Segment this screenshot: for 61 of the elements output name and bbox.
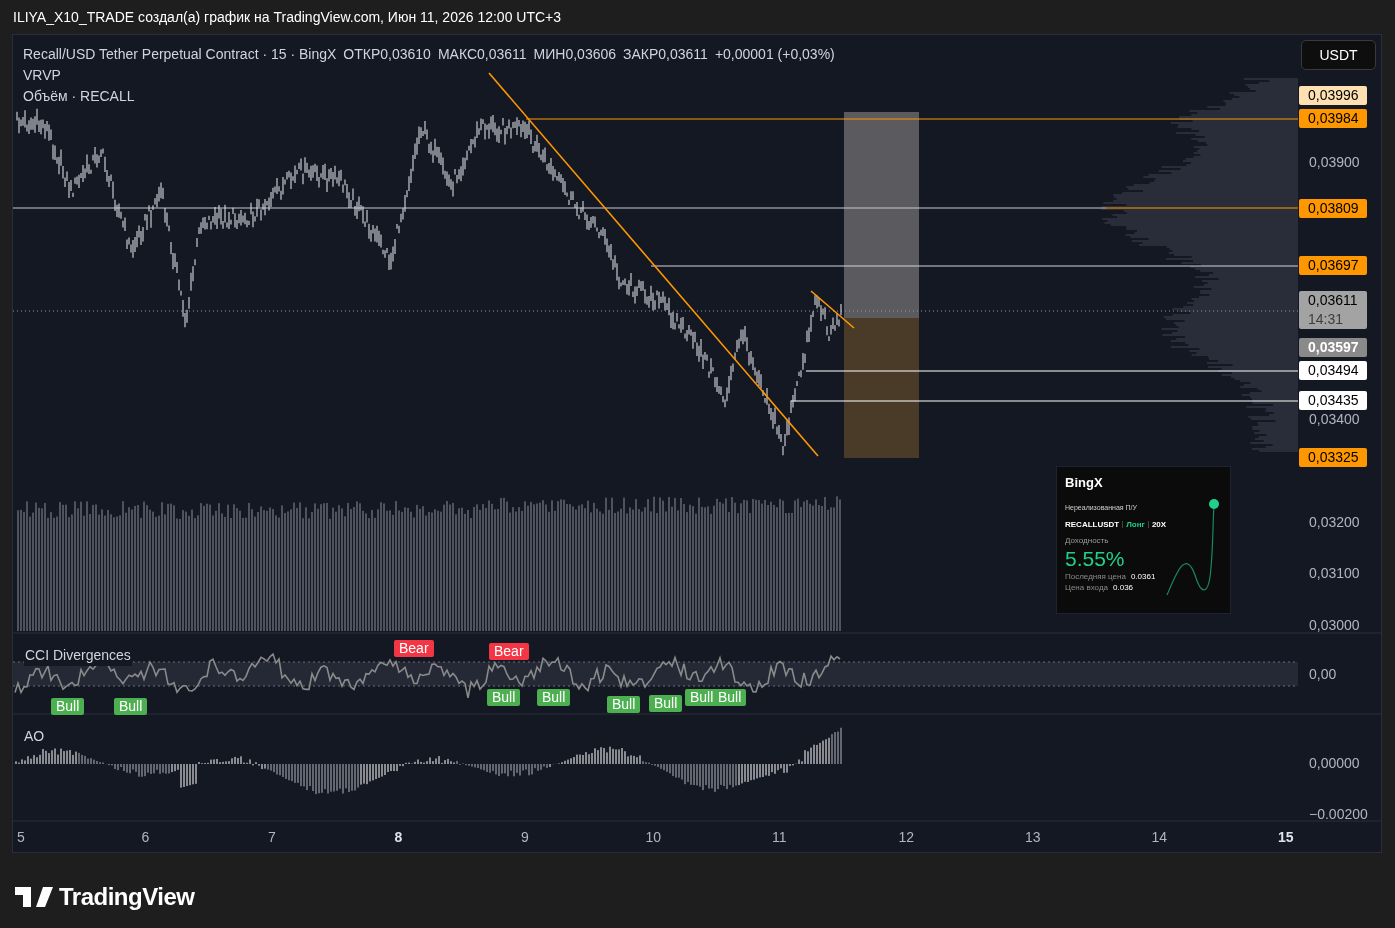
price-text: 0,03325 (1308, 448, 1358, 467)
time-tick: 8 (394, 828, 403, 847)
signal-label: Bear (489, 643, 529, 660)
time-tick: 15 (1278, 828, 1294, 847)
brand-logo: BingX (1065, 475, 1104, 491)
time-tick: 11 (772, 828, 787, 847)
time-tick: 10 (645, 828, 662, 847)
time-tick: 7 (268, 828, 276, 847)
time-tick: 9 (521, 828, 529, 847)
info-label: Последняя цена (1065, 571, 1126, 582)
price-text: 0,03611 (1308, 291, 1358, 310)
symbol-text: RECALLUSDT (1065, 518, 1120, 531)
cci-value: 0,00 (1309, 665, 1337, 684)
value-tick: 0,00000 (1309, 754, 1360, 773)
countdown-text: 14:31 (1308, 310, 1345, 329)
signal-label: Bull (649, 695, 683, 712)
price-tick: 0,03100 (1309, 564, 1360, 584)
chart-title: ILIYA_X10_TRADE создал(а) график на TradingView.com, Июн 11, 2026 12:00 UTC+3 (13, 7, 562, 27)
price-tick: 0,03000 (1309, 615, 1360, 635)
change-value: +0,00001 (+0,03%) (714, 45, 835, 64)
ohlc-value: ОТКР0,03610 (343, 45, 431, 64)
signal-label: Bull (487, 689, 521, 706)
signal-label: Bull (114, 698, 148, 715)
time-tick: 6 (141, 828, 150, 847)
pane-title: AO (24, 727, 45, 746)
signal-label: Bull (537, 689, 571, 706)
indicator-label: VRVP (23, 66, 62, 85)
logo-text: TradingView (59, 882, 195, 912)
time-tick: 5 (17, 828, 25, 847)
info-value: 0.036 (1113, 582, 1134, 593)
info-label: Цена входа (1065, 582, 1108, 593)
side-text: Лонг (1126, 518, 1145, 531)
indicator-label: Объём · RECALL (23, 87, 136, 106)
currency-button[interactable]: USDT (1301, 40, 1376, 70)
ohlc-value: МАКС0,03611 (437, 45, 527, 64)
return-value: 5.55% (1065, 546, 1126, 571)
time-tick: 14 (1151, 828, 1168, 847)
symbol-title: Recall/USD Tether Perpetual Contract · 15 · BingX (23, 45, 337, 64)
price-text: 0,03435 (1308, 391, 1358, 410)
ohlc-value: МИН0,03606 (533, 45, 617, 64)
time-tick: 13 (1025, 828, 1041, 847)
value-tick: −0.00200 (1309, 805, 1368, 824)
price-text: 0,03597 (1308, 338, 1358, 357)
time-tick: 12 (898, 828, 915, 847)
price-tick: 0,03400 (1309, 410, 1360, 429)
price-text: 0,03494 (1308, 361, 1358, 380)
price-text: 0,03984 (1308, 109, 1358, 128)
price-text: 0,03996 (1308, 86, 1358, 105)
price-text: 0,03697 (1308, 256, 1358, 275)
price-tick: 0,03900 (1309, 153, 1360, 172)
info-value: 0.0361 (1130, 571, 1156, 582)
signal-label: Bull (713, 689, 747, 706)
signal-label: Bear (394, 640, 434, 657)
leverage-text: 20X (1151, 518, 1167, 531)
logo-icon (15, 887, 53, 907)
signal-label: Bull (607, 696, 641, 713)
price-tick: 0,03200 (1309, 512, 1360, 532)
price-text: 0,03809 (1308, 199, 1358, 218)
signal-label: Bull (51, 698, 85, 715)
ohlc-value: ЗАКР0,03611 (623, 45, 708, 64)
return-label: Доходность (1065, 534, 1110, 547)
